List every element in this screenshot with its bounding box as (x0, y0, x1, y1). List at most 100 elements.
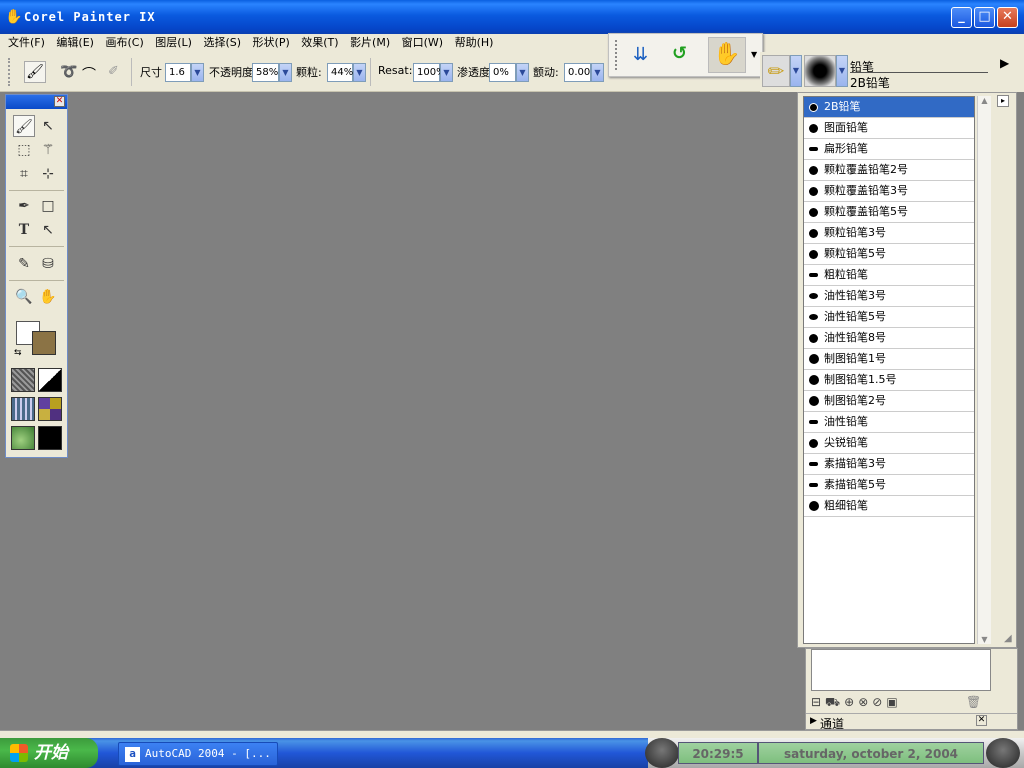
magnifier-icon[interactable]: 🔍 (13, 286, 35, 308)
swap-colors-icon[interactable]: ⇆ (14, 348, 22, 358)
menu-movie[interactable]: 影片(M) (346, 35, 394, 51)
opacity-field[interactable]: 58% (252, 63, 279, 82)
taskbar-item-autocad[interactable]: a AutoCAD 2004 - [... (118, 742, 278, 766)
list-item[interactable]: 油性铅笔 (804, 412, 974, 433)
dab-icon (809, 166, 818, 175)
pen-icon[interactable]: ✒ (13, 195, 35, 217)
toolbar-grip[interactable] (8, 58, 11, 86)
menu-window[interactable]: 窗口(W) (398, 35, 447, 51)
minimize-button[interactable]: _ (951, 7, 972, 28)
maximize-button[interactable]: □ (974, 7, 995, 28)
toolbar-grip[interactable] (615, 40, 618, 70)
rect-select-icon[interactable]: ⬚ (13, 139, 35, 161)
chevron-down-icon[interactable]: ▼ (751, 50, 757, 59)
bleed-dropdown-icon[interactable]: ▼ (516, 63, 529, 82)
list-item[interactable]: 2B铅笔 (804, 97, 974, 118)
layer-adjuster-icon[interactable]: ↖ (37, 115, 59, 137)
scroll-up-icon[interactable]: ▲ (978, 96, 991, 105)
brush-icon[interactable]: 🖌 (13, 115, 35, 137)
list-item[interactable]: 颗粒铅笔3号 (804, 223, 974, 244)
magic-wand-icon[interactable]: ⚚ (37, 139, 59, 161)
toolbox-titlebar[interactable]: ✕ (6, 95, 67, 109)
trash-icon[interactable]: 🗑 (966, 695, 981, 709)
jitter-dropdown-icon[interactable]: ▼ (591, 63, 604, 82)
size-field[interactable]: 1.6 (165, 63, 191, 82)
channels-header[interactable]: ▶ 通道 ✕ (806, 713, 1017, 731)
grabber-icon[interactable]: ✋ (37, 286, 59, 308)
paint-bucket-icon[interactable]: ⛁ (37, 253, 59, 275)
jitter-field[interactable]: 0.00 (564, 63, 591, 82)
menu-effects[interactable]: 效果(T) (297, 35, 342, 51)
close-icon[interactable]: ✕ (54, 96, 65, 107)
rotate-icon[interactable]: ↺ (672, 43, 687, 64)
menu-select[interactable]: 选择(S) (199, 35, 245, 51)
list-item[interactable]: 颗粒铅笔5号 (804, 244, 974, 265)
reset-tool-icon[interactable]: ✐ (108, 64, 119, 79)
panel-menu-icon[interactable]: ▸ (997, 95, 1009, 107)
list-item[interactable]: 制图铅笔1.5号 (804, 370, 974, 391)
list-item[interactable]: 粗细铅笔 (804, 496, 974, 517)
variant-dab-icon[interactable] (804, 55, 836, 87)
nozzle-icon[interactable] (11, 426, 35, 450)
list-item[interactable]: 制图铅笔1号 (804, 349, 974, 370)
list-item[interactable]: 素描铅笔5号 (804, 475, 974, 496)
list-item[interactable]: 油性铅笔3号 (804, 286, 974, 307)
menu-layers[interactable]: 图层(L) (151, 35, 196, 51)
category-dropdown-icon[interactable]: ▼ (790, 55, 802, 87)
variant-dropdown-icon[interactable]: ▼ (836, 55, 848, 87)
menu-edit[interactable]: 编辑(E) (52, 35, 98, 51)
list-scrollbar[interactable]: ▲ ▼ (977, 96, 991, 644)
list-item[interactable]: 尖锐铅笔 (804, 433, 974, 454)
dropper-icon[interactable]: ✎ (13, 253, 35, 275)
look-icon[interactable] (38, 426, 62, 450)
panel-menu-arrow-icon[interactable]: ▶ (1000, 56, 1009, 70)
grabber-hand-icon[interactable]: ✋ (708, 37, 746, 73)
list-item[interactable]: 颗粒覆盖铅笔3号 (804, 181, 974, 202)
gradient-icon[interactable] (38, 368, 62, 392)
commit-icon[interactable]: ⇊ (633, 44, 648, 65)
bleed-field[interactable]: 0% (489, 63, 516, 82)
list-item[interactable]: 颗粒覆盖铅笔5号 (804, 202, 974, 223)
opacity-dropdown-icon[interactable]: ▼ (279, 63, 292, 82)
straight-line-stroke-icon[interactable]: ⌒ (82, 64, 96, 84)
list-item[interactable]: 制图铅笔2号 (804, 391, 974, 412)
canvas-area[interactable] (70, 92, 797, 732)
menu-file[interactable]: 文件(F) (4, 35, 49, 51)
list-item[interactable]: 图面铅笔 (804, 118, 974, 139)
list-item[interactable]: 油性铅笔5号 (804, 307, 974, 328)
resat-dropdown-icon[interactable]: ▼ (440, 63, 453, 82)
crop-icon[interactable]: ⌗ (13, 163, 35, 185)
size-dropdown-icon[interactable]: ▼ (191, 63, 204, 82)
list-item[interactable]: 油性铅笔8号 (804, 328, 974, 349)
start-button[interactable]: 开始 (0, 738, 98, 768)
paper-texture-icon[interactable] (11, 368, 35, 392)
list-item[interactable]: 扁形铅笔 (804, 139, 974, 160)
rectangle-shape-icon[interactable]: □ (37, 195, 59, 217)
pattern-icon[interactable] (11, 397, 35, 421)
clock[interactable]: 20:29:5 (678, 742, 758, 764)
expand-arrow-icon[interactable]: ▶ (810, 716, 817, 726)
text-icon[interactable]: T (13, 219, 35, 241)
resat-field[interactable]: 100% (413, 63, 446, 82)
menu-help[interactable]: 帮助(H) (451, 35, 498, 51)
brush-tool-icon[interactable]: 🖌 (24, 61, 46, 83)
menu-canvas[interactable]: 画布(C) (101, 35, 147, 51)
grain-dropdown-icon[interactable]: ▼ (353, 63, 366, 82)
secondary-color-swatch[interactable] (32, 331, 56, 355)
list-item[interactable]: 颗粒覆盖铅笔2号 (804, 160, 974, 181)
close-icon[interactable]: ✕ (976, 715, 987, 726)
selection-adjuster-icon[interactable]: ⊹ (37, 163, 59, 185)
freehand-stroke-icon[interactable]: ➰ (60, 64, 77, 80)
resize-grip-icon[interactable]: ◢ (1004, 633, 1012, 644)
weaving-icon[interactable] (38, 397, 62, 421)
menu-shapes[interactable]: 形状(P) (249, 35, 294, 51)
shape-selection-icon[interactable]: ↖ (37, 219, 59, 241)
list-item[interactable]: 粗粒铅笔 (804, 265, 974, 286)
channel-actions-icon[interactable]: ⊟⛟⊕⊗⊘▣ (811, 695, 902, 711)
scroll-down-icon[interactable]: ▼ (978, 635, 991, 644)
date-display[interactable]: saturday, october 2, 2004 (758, 742, 984, 764)
list-item[interactable]: 素描铅笔3号 (804, 454, 974, 475)
pencil-category-icon[interactable]: ✏ (762, 55, 790, 87)
grain-field[interactable]: 44% (327, 63, 353, 82)
close-button[interactable]: ✕ (997, 7, 1018, 28)
